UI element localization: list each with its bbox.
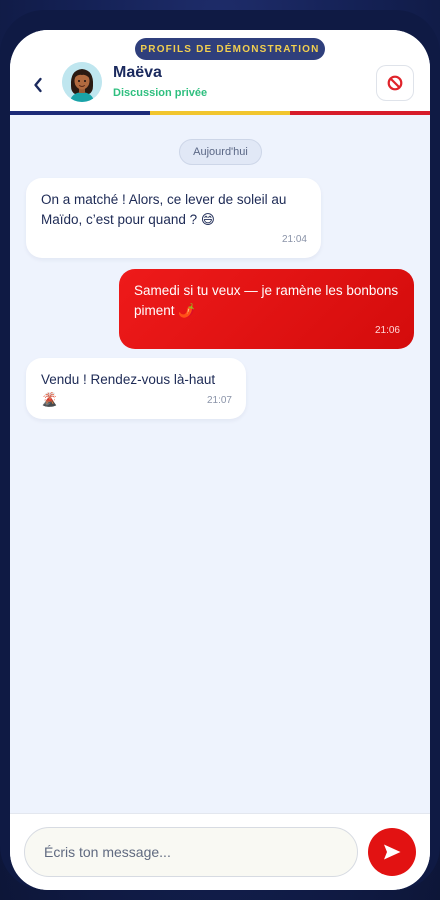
- no-entry-icon: [387, 75, 403, 91]
- back-button[interactable]: [30, 74, 46, 96]
- block-user-button[interactable]: [376, 65, 414, 101]
- message-timestamp: 21:07: [206, 395, 232, 406]
- message-timestamp: 21:06: [374, 325, 400, 336]
- message-text: On a matché ! Alors, ce lever de soleil …: [41, 192, 287, 227]
- message-list[interactable]: Aujourd'hui On a matché ! Alors, ce leve…: [10, 115, 430, 813]
- send-button[interactable]: [368, 828, 416, 876]
- date-separator: Aujourd'hui: [179, 139, 262, 165]
- chat-header: PROFILS DE DÉMONSTRATION Maëva Discussio…: [10, 30, 430, 115]
- message-text: Samedi si tu veux — je ramène les bonbon…: [134, 283, 399, 318]
- message-bubble-incoming[interactable]: Vendu ! Rendez-vous là-haut 🌋 21:07: [26, 358, 246, 419]
- message-bubble-outgoing[interactable]: Samedi si tu veux — je ramène les bonbon…: [119, 269, 414, 349]
- chat-screen: PROFILS DE DÉMONSTRATION Maëva Discussio…: [10, 30, 430, 890]
- conversation-type-label: Discussion privée: [113, 87, 208, 99]
- message-input[interactable]: [24, 827, 358, 877]
- send-icon: [384, 844, 401, 860]
- demo-profiles-badge: PROFILS DE DÉMONSTRATION: [135, 38, 325, 60]
- phone-frame: PROFILS DE DÉMONSTRATION Maëva Discussio…: [0, 10, 440, 890]
- contact-name: Maëva: [113, 64, 162, 81]
- message-text: Vendu ! Rendez-vous là-haut 🌋: [41, 372, 216, 407]
- message-bubble-incoming[interactable]: On a matché ! Alors, ce lever de soleil …: [26, 178, 321, 258]
- chevron-left-icon: [34, 77, 42, 93]
- message-composer: [10, 813, 430, 890]
- message-timestamp: 21:04: [281, 234, 307, 245]
- avatar[interactable]: [62, 62, 102, 102]
